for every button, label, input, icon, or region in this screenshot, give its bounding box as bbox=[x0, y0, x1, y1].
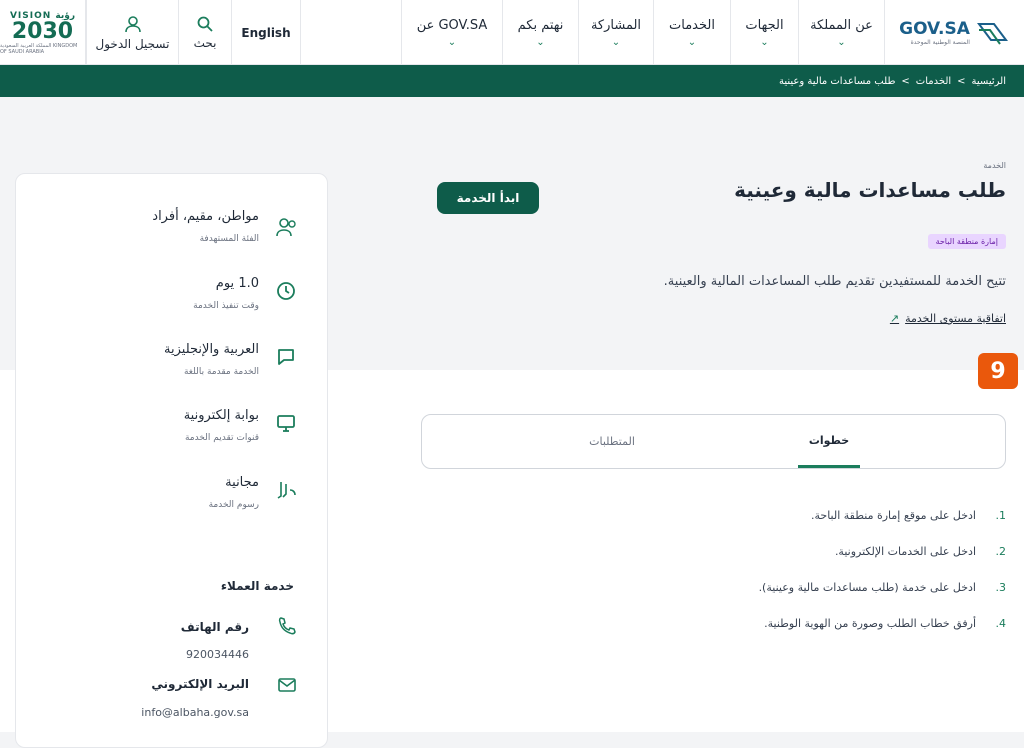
info-value: مواطن، مقيم، أفراد bbox=[152, 209, 259, 224]
service-tabs: خطوات المتطلبات bbox=[421, 414, 1006, 469]
nav-label: عن GOV.SA bbox=[416, 17, 488, 33]
info-value: 1.0 يوم bbox=[215, 276, 259, 291]
email-label: البريد الإلكتروني bbox=[151, 677, 249, 691]
agency-badge[interactable]: إمارة منطقة الباحة bbox=[927, 234, 1006, 249]
phone-label: رقم الهاتف bbox=[180, 620, 249, 634]
sla-link-label: اتفاقية مستوى الخدمة bbox=[905, 312, 1006, 325]
step-text: ادخل على خدمة (طلب مساعدات مالية وعينية)… bbox=[758, 580, 976, 594]
breadcrumb: الرئيسية > الخدمات > طلب مساعدات مالية و… bbox=[0, 65, 1024, 97]
sla-link[interactable]: اتفاقية مستوى الخدمة ↗ bbox=[890, 312, 1006, 325]
chevron-down-icon: ⌄ bbox=[611, 36, 621, 48]
phone-number[interactable]: 920034446 bbox=[186, 648, 249, 661]
info-label: رسوم الخدمة bbox=[208, 500, 259, 510]
vision-2030-logo[interactable]: VISION رؤية 2030 المملكة العربية السعودي… bbox=[0, 0, 86, 65]
step-text: أرفق خطاب الطلب وصورة من الهوية الوطنية. bbox=[764, 616, 976, 630]
users-icon bbox=[276, 218, 296, 237]
breadcrumb-services[interactable]: الخدمات bbox=[916, 76, 951, 87]
logo-sub-text: المنصة الوطنية الموحدة bbox=[910, 39, 970, 46]
step-number: 2. bbox=[995, 544, 1007, 558]
list-item: 3. ادخل على خدمة (طلب مساعدات مالية وعيني… bbox=[526, 569, 1006, 605]
vision-year-text: 2030 bbox=[11, 18, 74, 44]
phone-icon bbox=[278, 617, 296, 635]
nav-label: الجهات bbox=[745, 17, 784, 33]
tab-requirements-label: المتطلبات bbox=[589, 435, 635, 448]
step-number: 4. bbox=[995, 616, 1007, 630]
step-text: ادخل على موقع إمارة منطقة الباحة. bbox=[811, 508, 976, 522]
info-label: قنوات تقديم الخدمة bbox=[184, 433, 259, 443]
list-item: 1. ادخل على موقع إمارة منطقة الباحة. bbox=[526, 497, 1006, 533]
login-label: تسجيل الدخول bbox=[95, 36, 170, 51]
list-item: 2. ادخل على الخدمات الإلكترونية. bbox=[526, 533, 1006, 569]
top-header: VISION رؤية 2030 المملكة العربية السعودي… bbox=[0, 0, 1024, 65]
email-address[interactable]: info@albaha.gov.sa bbox=[141, 706, 249, 719]
step-text: ادخل على الخدمات الإلكترونية. bbox=[834, 544, 976, 558]
service-caption: الخدمة bbox=[983, 161, 1006, 170]
watermark-logo-icon: 9 bbox=[978, 353, 1018, 389]
start-service-button[interactable]: ابدأ الخدمة bbox=[437, 182, 539, 214]
gov-sa-logo[interactable]: GOV.SA المنصة الوطنية الموحدة bbox=[884, 0, 1024, 65]
nav-about-kingdom[interactable]: عن المملكة ⌄ bbox=[798, 0, 884, 65]
language-label: English bbox=[241, 25, 291, 40]
nav-label: الخدمات bbox=[669, 17, 715, 33]
tab-steps[interactable]: خطوات bbox=[798, 415, 860, 468]
info-label: الفئة المستهدفة bbox=[199, 234, 259, 244]
info-value: مجانية bbox=[225, 475, 259, 490]
customer-service-title: خدمة العملاء bbox=[220, 579, 294, 593]
breadcrumb-current: طلب مساعدات مالية وعينية bbox=[779, 75, 896, 87]
mail-icon bbox=[278, 678, 296, 692]
language-switch[interactable]: English bbox=[231, 0, 301, 65]
vision-sub-text: المملكة العربية السعودية KINGDOM OF SAUD… bbox=[0, 42, 78, 55]
nav-label: المشاركة bbox=[590, 17, 642, 33]
login-button[interactable]: تسجيل الدخول bbox=[86, 0, 178, 65]
clock-icon bbox=[277, 282, 295, 300]
tab-requirements[interactable]: المتطلبات bbox=[552, 415, 672, 468]
service-description: تتيح الخدمة للمستفيدين تقديم طلب المساعد… bbox=[663, 274, 1006, 289]
gov-logo-icon bbox=[976, 22, 1008, 45]
list-item: 4. أرفق خطاب الطلب وصورة من الهوية الوطني… bbox=[526, 605, 1006, 641]
info-language: العربية والإنجليزية الخدمة مقدمة باللغة bbox=[16, 337, 329, 393]
search-icon bbox=[197, 16, 213, 32]
page-title: طلب مساعدات مالية وعينية bbox=[734, 178, 1006, 202]
step-number: 3. bbox=[995, 580, 1007, 594]
nav-participation[interactable]: المشاركة ⌄ bbox=[578, 0, 653, 65]
info-value: بوابة إلكترونية bbox=[183, 408, 259, 423]
info-fees: مجانية رسوم الخدمة bbox=[16, 470, 329, 526]
breadcrumb-home[interactable]: الرئيسية bbox=[972, 76, 1006, 87]
info-label: وقت تنفيذ الخدمة bbox=[193, 301, 259, 311]
breadcrumb-separator: > bbox=[957, 75, 966, 87]
nav-label: عن المملكة bbox=[810, 17, 873, 33]
tab-steps-label: خطوات bbox=[808, 433, 850, 447]
logo-text: GOV.SA bbox=[899, 19, 970, 39]
search-label: بحث bbox=[193, 35, 217, 50]
chat-icon bbox=[278, 349, 294, 365]
user-icon bbox=[124, 15, 141, 32]
step-number: 1. bbox=[995, 508, 1007, 522]
nav-label: نهتم بكم bbox=[517, 17, 564, 33]
chevron-down-icon: ⌄ bbox=[687, 36, 697, 48]
breadcrumb-separator: > bbox=[901, 75, 910, 87]
riyal-icon bbox=[277, 482, 296, 499]
nav-services[interactable]: الخدمات ⌄ bbox=[653, 0, 730, 65]
steps-list: 1. ادخل على موقع إمارة منطقة الباحة. 2. اد… bbox=[526, 497, 1006, 641]
info-target-audience: مواطن، مقيم، أفراد الفئة المستهدفة bbox=[16, 204, 329, 260]
chevron-down-icon: ⌄ bbox=[837, 36, 846, 48]
chevron-down-icon: ⌄ bbox=[447, 36, 457, 48]
nav-we-care[interactable]: نهتم بكم ⌄ bbox=[502, 0, 578, 65]
info-duration: 1.0 يوم وقت تنفيذ الخدمة bbox=[16, 271, 329, 327]
info-value: العربية والإنجليزية bbox=[164, 342, 259, 357]
chevron-down-icon: ⌄ bbox=[760, 36, 769, 48]
info-label: الخدمة مقدمة باللغة bbox=[183, 367, 259, 377]
external-link-icon: ↗ bbox=[889, 312, 900, 325]
nav-about-gov[interactable]: عن GOV.SA ⌄ bbox=[401, 0, 502, 65]
search-button[interactable]: بحث bbox=[178, 0, 231, 65]
service-info-card: مواطن، مقيم، أفراد الفئة المستهدفة 1.0 ي… bbox=[15, 173, 328, 748]
chevron-down-icon: ⌄ bbox=[536, 36, 545, 48]
monitor-icon bbox=[277, 415, 295, 432]
info-channels: بوابة إلكترونية قنوات تقديم الخدمة bbox=[16, 403, 329, 459]
nav-agencies[interactable]: الجهات ⌄ bbox=[730, 0, 798, 65]
